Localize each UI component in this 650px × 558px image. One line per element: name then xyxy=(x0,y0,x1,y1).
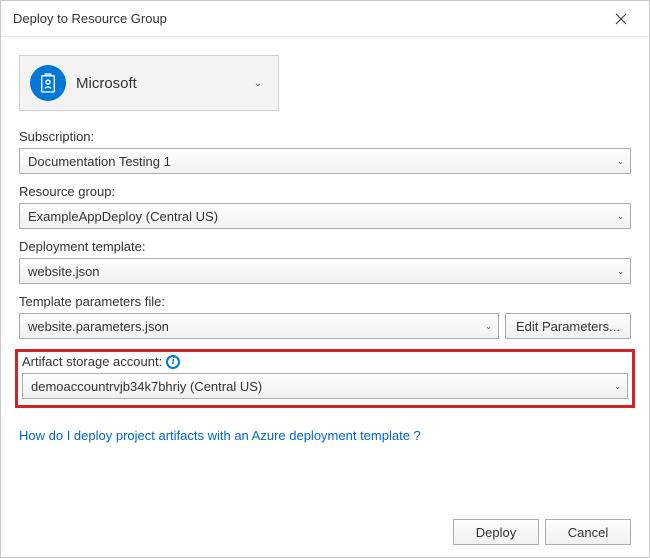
chevron-down-icon: ⌄ xyxy=(485,322,492,331)
template-params-label: Template parameters file: xyxy=(19,294,631,309)
help-link[interactable]: How do I deploy project artifacts with a… xyxy=(19,428,421,443)
artifact-storage-dropdown[interactable]: demoaccountrvjb34k7bhriy (Central US) ⌄ xyxy=(22,373,628,399)
deploy-button[interactable]: Deploy xyxy=(453,519,539,545)
template-params-value: website.parameters.json xyxy=(28,319,169,334)
subscription-label: Subscription: xyxy=(19,129,631,144)
subscription-field: Subscription: Documentation Testing 1 ⌄ xyxy=(19,129,631,174)
close-button[interactable] xyxy=(601,4,641,34)
chevron-down-icon: ⌄ xyxy=(617,267,624,276)
chevron-down-icon: ⌄ xyxy=(617,157,624,166)
resource-group-dropdown[interactable]: ExampleAppDeploy (Central US) ⌄ xyxy=(19,203,631,229)
account-badge-icon xyxy=(30,65,66,101)
resource-group-field: Resource group: ExampleAppDeploy (Centra… xyxy=(19,184,631,229)
artifact-storage-field: Artifact storage account: i demoaccountr… xyxy=(22,354,628,399)
chevron-down-icon: ⌄ xyxy=(248,78,268,89)
subscription-value: Documentation Testing 1 xyxy=(28,154,171,169)
account-name: Microsoft xyxy=(76,75,248,92)
window-title: Deploy to Resource Group xyxy=(13,11,167,26)
artifact-storage-highlight: Artifact storage account: i demoaccountr… xyxy=(15,349,635,408)
info-icon[interactable]: i xyxy=(166,355,180,369)
chevron-down-icon: ⌄ xyxy=(614,382,621,391)
deployment-template-value: website.json xyxy=(28,264,100,279)
chevron-down-icon: ⌄ xyxy=(617,212,624,221)
content-area: Microsoft ⌄ Subscription: Documentation … xyxy=(1,37,649,443)
artifact-storage-value: demoaccountrvjb34k7bhriy (Central US) xyxy=(31,379,262,394)
deployment-template-dropdown[interactable]: website.json ⌄ xyxy=(19,258,631,284)
account-selector[interactable]: Microsoft ⌄ xyxy=(19,55,279,111)
artifact-storage-label: Artifact storage account: i xyxy=(22,354,628,369)
close-icon xyxy=(615,13,627,25)
deployment-template-field: Deployment template: website.json ⌄ xyxy=(19,239,631,284)
subscription-dropdown[interactable]: Documentation Testing 1 ⌄ xyxy=(19,148,631,174)
edit-parameters-button[interactable]: Edit Parameters... xyxy=(505,313,631,339)
dialog-footer: Deploy Cancel xyxy=(453,519,631,545)
template-params-field: Template parameters file: website.parame… xyxy=(19,294,631,339)
titlebar: Deploy to Resource Group xyxy=(1,1,649,37)
template-params-dropdown[interactable]: website.parameters.json ⌄ xyxy=(19,313,499,339)
deployment-template-label: Deployment template: xyxy=(19,239,631,254)
resource-group-label: Resource group: xyxy=(19,184,631,199)
cancel-button[interactable]: Cancel xyxy=(545,519,631,545)
resource-group-value: ExampleAppDeploy (Central US) xyxy=(28,209,218,224)
